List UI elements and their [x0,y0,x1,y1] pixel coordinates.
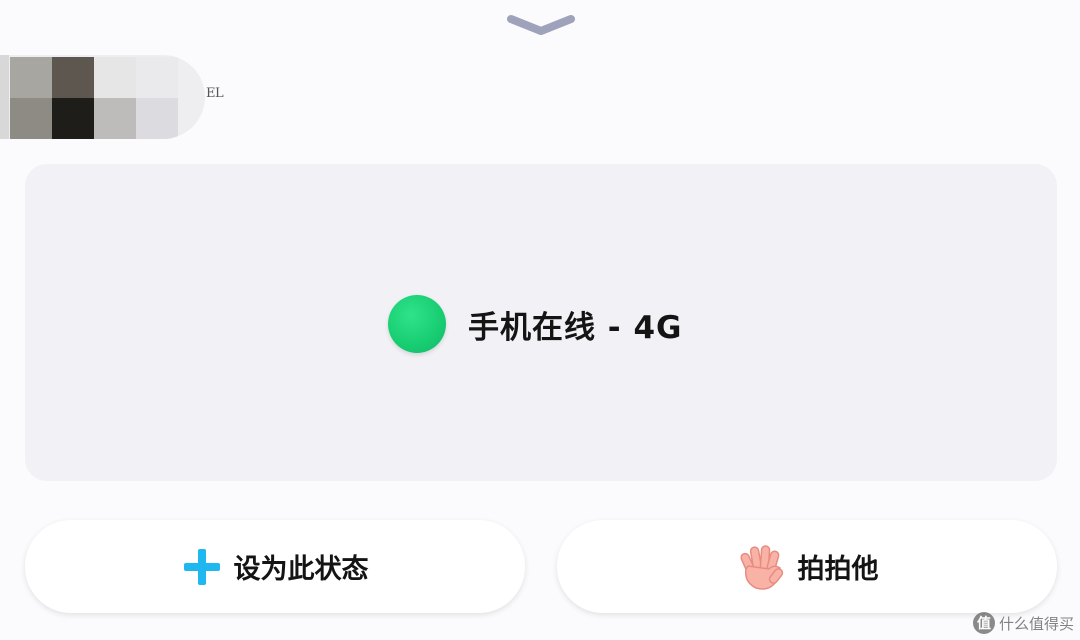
watermark-badge: 值 [972,612,995,634]
waving-hand-icon [736,542,786,592]
set-status-button[interactable]: 设为此状态 [25,520,525,613]
chip-edge [0,55,9,139]
set-status-label: 设为此状态 [233,554,369,585]
avatar-pixel [52,98,94,139]
watermark: 值 什么值得买 [972,612,1074,634]
user-name-fragment: EL [206,86,224,101]
avatar [10,57,178,139]
avatar-pixel [10,57,52,98]
nudge-label: 拍拍他 [797,554,879,585]
avatar-pixel [10,98,52,139]
user-chip[interactable] [0,55,205,139]
avatar-pixel [136,98,178,139]
avatar-pixel [94,98,136,139]
avatar-pixel [52,57,94,98]
plus-icon [182,547,222,587]
chevron-down-icon[interactable] [505,12,577,38]
watermark-text: 什么值得买 [998,614,1074,633]
status-label: 手机在线 - 4G [468,309,683,346]
avatar-pixel [136,57,178,98]
avatar-pixel [94,57,136,98]
online-indicator-icon [388,295,446,353]
online-status: 手机在线 - 4G [388,294,682,354]
nudge-button[interactable]: 拍拍他 [557,520,1057,613]
